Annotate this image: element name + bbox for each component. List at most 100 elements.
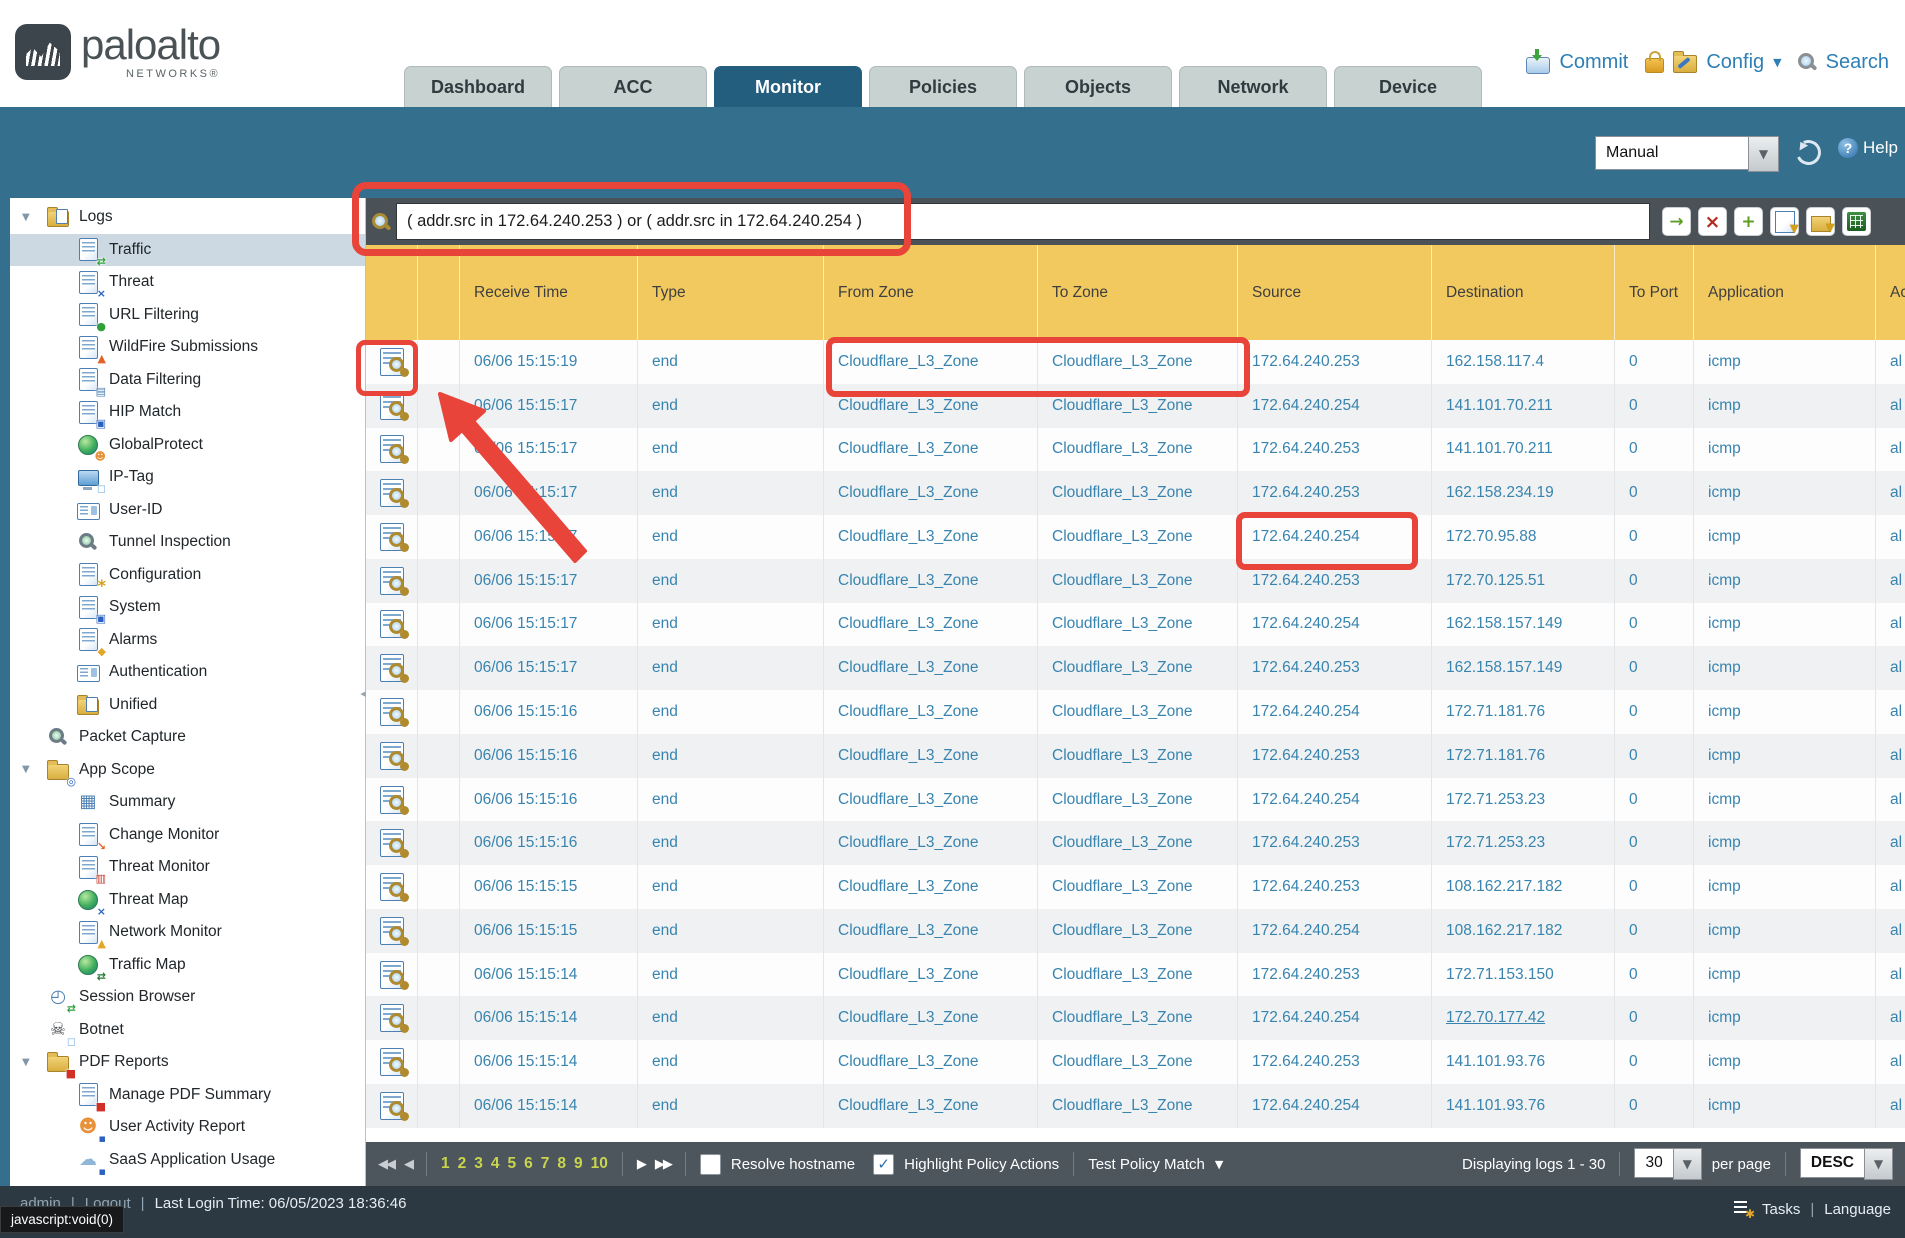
cell-source[interactable]: 172.64.240.254 (1238, 1084, 1432, 1128)
log-row[interactable]: 06/06 15:15:14endCloudflare_L3_ZoneCloud… (366, 1084, 1905, 1128)
column-header-blank-0[interactable] (366, 245, 418, 340)
log-detail-icon[interactable] (380, 610, 404, 638)
sidebar-item-traffic-map[interactable]: ⇄Traffic Map (10, 949, 365, 982)
log-detail-icon[interactable] (380, 786, 404, 814)
refresh-mode-dropdown-icon[interactable]: ▼ (1748, 136, 1779, 172)
sidebar-item-authentication[interactable]: Authentication (10, 656, 365, 689)
commit-button[interactable]: Commit (1559, 51, 1628, 74)
log-row[interactable]: 06/06 15:15:16endCloudflare_L3_ZoneCloud… (366, 690, 1905, 734)
sidebar-item-tunnel-inspection[interactable]: Tunnel Inspection (10, 526, 365, 559)
cell-dest[interactable]: 108.162.217.182 (1432, 909, 1615, 953)
cell-dest[interactable]: 108.162.217.182 (1432, 865, 1615, 909)
log-detail-icon[interactable] (380, 873, 404, 901)
log-row[interactable]: 06/06 15:15:17endCloudflare_L3_ZoneCloud… (366, 559, 1905, 603)
column-header-from-zone[interactable]: From Zone (824, 245, 1038, 340)
tab-dashboard[interactable]: Dashboard (404, 66, 552, 107)
cell-source[interactable]: 172.64.240.253 (1238, 471, 1432, 515)
sidebar-item-botnet[interactable]: ☠◻Botnet (10, 1014, 365, 1047)
column-header-application[interactable]: Application (1694, 245, 1876, 340)
column-header-source[interactable]: Source (1238, 245, 1432, 340)
page-number-9[interactable]: 9 (574, 1155, 583, 1173)
sidebar-item-system[interactable]: ▣System (10, 591, 365, 624)
cell-dest[interactable]: 172.70.125.51 (1432, 559, 1615, 603)
column-header-ac[interactable]: Ac (1876, 245, 1905, 340)
sidebar-item-url-filtering[interactable]: ●URL Filtering (10, 299, 365, 332)
cell-dest[interactable]: 172.71.253.23 (1432, 821, 1615, 865)
tab-policies[interactable]: Policies (869, 66, 1017, 107)
log-detail-icon[interactable] (380, 435, 404, 463)
sidebar-item-ip-tag[interactable]: ◻IP-Tag (10, 461, 365, 494)
language-button[interactable]: Language (1824, 1201, 1891, 1218)
highlight-policy-checkbox[interactable]: ✓ (873, 1154, 894, 1175)
cell-source[interactable]: 172.64.240.253 (1238, 340, 1432, 384)
log-detail-icon[interactable] (380, 1092, 404, 1120)
page-number-3[interactable]: 3 (474, 1155, 483, 1173)
cell-dest[interactable]: 172.70.95.88 (1432, 515, 1615, 559)
sidebar-item-globalprotect[interactable]: ☻GlobalProtect (10, 429, 365, 462)
cell-source[interactable]: 172.64.240.253 (1238, 1040, 1432, 1084)
log-detail-icon[interactable] (380, 523, 404, 551)
column-header-to-port[interactable]: To Port (1615, 245, 1694, 340)
sidebar-item-change-monitor[interactable]: ↘Change Monitor (10, 819, 365, 852)
column-header-blank-1[interactable] (418, 245, 460, 340)
log-detail-icon[interactable] (380, 392, 404, 420)
sidebar-item-threat-map[interactable]: ×Threat Map (10, 884, 365, 917)
add-filter-button[interactable]: + (1734, 207, 1763, 236)
log-row[interactable]: 06/06 15:15:17endCloudflare_L3_ZoneCloud… (366, 515, 1905, 559)
page-number-5[interactable]: 5 (508, 1155, 517, 1173)
column-header-to-zone[interactable]: To Zone (1038, 245, 1238, 340)
log-row[interactable]: 06/06 15:15:17endCloudflare_L3_ZoneCloud… (366, 384, 1905, 428)
log-row[interactable]: 06/06 15:15:17endCloudflare_L3_ZoneCloud… (366, 471, 1905, 515)
log-detail-icon[interactable] (380, 1048, 404, 1076)
sidebar-item-hip-match[interactable]: ▣HIP Match (10, 396, 365, 429)
sidebar-item-app-scope[interactable]: ▼◎App Scope (10, 754, 365, 787)
expand-arrow-icon[interactable]: ▼ (22, 212, 30, 223)
sidebar-item-configuration[interactable]: *Configuration (10, 559, 365, 592)
first-page-icon[interactable]: ◀◀ (378, 1157, 394, 1172)
cell-source[interactable]: 172.64.240.254 (1238, 690, 1432, 734)
per-page-dropdown-icon[interactable]: ▼ (1673, 1148, 1702, 1180)
log-row[interactable]: 06/06 15:15:16endCloudflare_L3_ZoneCloud… (366, 734, 1905, 778)
last-page-icon[interactable]: ▶▶ (655, 1157, 671, 1172)
sidebar-item-pdf-reports[interactable]: ▼■PDF Reports (10, 1046, 365, 1079)
sidebar-item-logs[interactable]: ▼Logs (10, 201, 365, 234)
log-detail-icon[interactable] (380, 829, 404, 857)
cell-dest[interactable]: 162.158.117.4 (1432, 340, 1615, 384)
cell-dest[interactable]: 141.101.93.76 (1432, 1040, 1615, 1084)
test-policy-match-button[interactable]: Test Policy Match (1088, 1156, 1205, 1173)
cell-source[interactable]: 172.64.240.254 (1238, 909, 1432, 953)
expand-arrow-icon[interactable]: ▼ (22, 764, 30, 775)
log-row[interactable]: 06/06 15:15:17endCloudflare_L3_ZoneCloud… (366, 646, 1905, 690)
page-number-1[interactable]: 1 (441, 1155, 450, 1173)
sort-order-select[interactable]: DESC ▼ (1800, 1148, 1893, 1180)
sidebar-item-unified[interactable]: Unified (10, 689, 365, 722)
cell-dest[interactable]: 141.101.70.211 (1432, 384, 1615, 428)
log-detail-icon[interactable] (380, 1004, 404, 1032)
log-detail-icon[interactable] (380, 479, 404, 507)
log-row[interactable]: 06/06 15:15:19endCloudflare_L3_ZoneCloud… (366, 340, 1905, 384)
page-number-4[interactable]: 4 (491, 1155, 500, 1173)
log-row[interactable]: 06/06 15:15:16endCloudflare_L3_ZoneCloud… (366, 821, 1905, 865)
log-detail-icon[interactable] (380, 742, 404, 770)
column-header-destination[interactable]: Destination (1432, 245, 1615, 340)
cell-dest[interactable]: 141.101.70.211 (1432, 428, 1615, 472)
sidebar-item-network-monitor[interactable]: ▲Network Monitor (10, 916, 365, 949)
refresh-mode-select[interactable]: Manual ▼ (1595, 136, 1779, 172)
column-header-type[interactable]: Type (638, 245, 824, 340)
page-number-8[interactable]: 8 (557, 1155, 566, 1173)
expand-arrow-icon[interactable]: ▼ (22, 1057, 30, 1068)
cell-source[interactable]: 172.64.240.254 (1238, 996, 1432, 1040)
log-row[interactable]: 06/06 15:15:16endCloudflare_L3_ZoneCloud… (366, 778, 1905, 822)
config-caret-icon[interactable]: ▼ (1773, 56, 1781, 69)
per-page-select[interactable]: 30 ▼ (1634, 1148, 1701, 1180)
log-detail-icon[interactable] (380, 567, 404, 595)
cell-source[interactable]: 172.64.240.253 (1238, 865, 1432, 909)
sidebar-item-user-id[interactable]: User-ID (10, 494, 365, 527)
page-number-6[interactable]: 6 (524, 1155, 533, 1173)
next-page-icon[interactable]: ▶ (637, 1157, 645, 1172)
page-number-7[interactable]: 7 (541, 1155, 550, 1173)
sidebar-item-alarms[interactable]: ◆Alarms (10, 624, 365, 657)
cell-dest[interactable]: 162.158.157.149 (1432, 603, 1615, 647)
sidebar-item-user-activity-report[interactable]: ☻▪User Activity Report (10, 1111, 365, 1144)
tab-monitor[interactable]: Monitor (714, 66, 862, 107)
